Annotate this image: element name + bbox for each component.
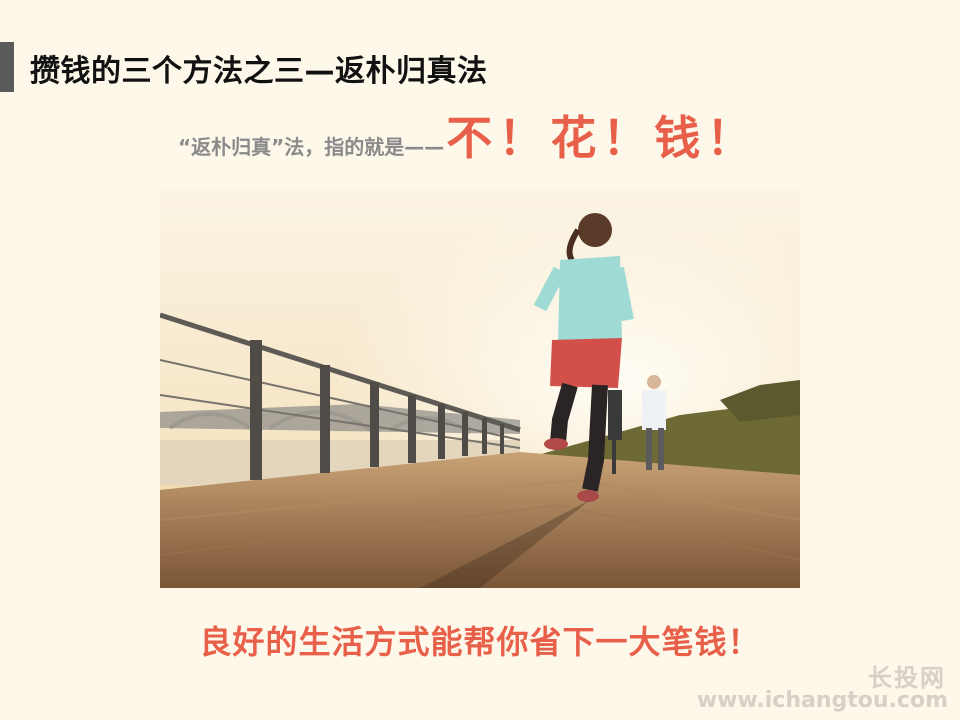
watermark-url: www.ichangtou.com bbox=[696, 688, 948, 713]
subtitle-row: “返朴归真”法，指的就是—— 不！花！钱！ bbox=[178, 108, 758, 168]
subtitle-lead: “返朴归真”法，指的就是—— bbox=[178, 135, 445, 159]
footer-slogan: 良好的生活方式能帮你省下一大笔钱！ bbox=[199, 623, 761, 661]
running-woman-photo bbox=[160, 190, 800, 588]
slide-title: 攒钱的三个方法之三—返朴归真法 bbox=[30, 54, 488, 89]
subtitle-emphasis: 不！花！钱！ bbox=[446, 111, 759, 165]
title-accent-bar bbox=[0, 42, 14, 92]
photo-illustration bbox=[160, 190, 800, 588]
